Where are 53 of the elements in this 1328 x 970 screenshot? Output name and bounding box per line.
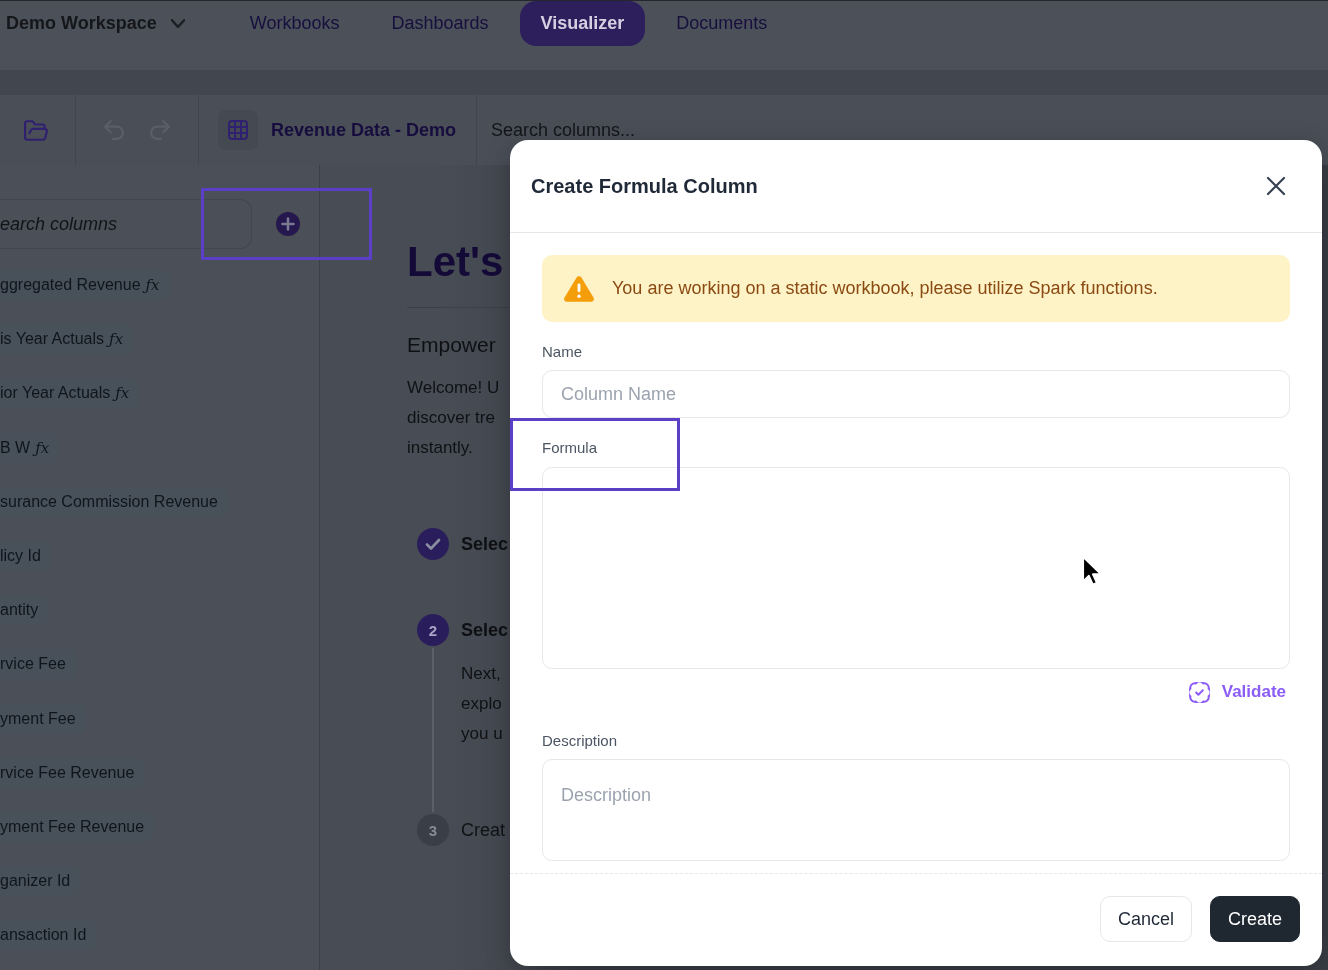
nav-tab[interactable]: Workbooks (228, 1, 361, 46)
column-name: antity (0, 601, 39, 620)
column-name: rvice Fee (0, 655, 66, 674)
column-name: B W (0, 438, 31, 457)
step-title: Creat (461, 819, 505, 842)
plus-circle-icon (276, 212, 300, 236)
step-number: 2 (417, 614, 449, 646)
step-number: 3 (417, 814, 449, 846)
field-label: Formula (542, 438, 597, 458)
grid-icon (218, 110, 258, 150)
column-name: licy Id (0, 546, 41, 565)
workspace-switcher[interactable]: Demo Workspace (6, 1, 185, 45)
close-icon (1266, 176, 1286, 196)
warning-icon (564, 275, 594, 302)
column-name: ior Year Actuals (0, 384, 111, 403)
formula-editor[interactable] (542, 467, 1290, 669)
step-text: Next, explo you u (461, 663, 503, 745)
mouse-pointer-icon (1082, 556, 1102, 586)
nav-tab[interactable]: Documents (655, 1, 789, 46)
badge-check-icon (1188, 681, 1210, 703)
step-title: Selec (461, 533, 509, 556)
step-title: Selec (461, 619, 509, 642)
column-name: is Year Actuals (0, 330, 105, 349)
column-name: surance Commission Revenue (0, 492, 218, 511)
validate-button[interactable]: Validate (1188, 681, 1286, 703)
text-input[interactable]: Column Name (542, 370, 1290, 418)
column-name: yment Fee Revenue (0, 817, 145, 836)
welcome-text: Welcome! U discover tre instantly. (407, 377, 500, 459)
column-chip[interactable]: rvice Fee Revenue (0, 757, 145, 788)
column-name: ansaction Id (0, 926, 87, 945)
column-name: rvice Fee Revenue (0, 763, 135, 782)
column-name: ganizer Id (0, 872, 71, 891)
close-button[interactable] (1264, 174, 1288, 198)
welcome-title: Let's (407, 237, 504, 287)
add-column-button[interactable] (276, 212, 300, 236)
nav-tab[interactable]: Dashboards (370, 1, 510, 46)
create-button[interactable]: Create (1209, 896, 1300, 942)
field-label: Description (542, 731, 618, 751)
search-field[interactable]: earch columns (0, 199, 252, 249)
dataset-name: Revenue Data - Demo (271, 119, 457, 141)
nav-tab[interactable]: Visualizer (519, 1, 646, 46)
cancel-button[interactable]: Cancel (1099, 896, 1192, 942)
column-name: yment Fee (0, 709, 76, 728)
column-name: ggregated Revenue (0, 276, 141, 294)
dialog-title: Create Formula Column (531, 174, 758, 198)
search-field[interactable]: Search columns... (491, 113, 791, 147)
warning-text: You are working on a static workbook, please utilize Spark functions. (612, 278, 1158, 299)
field-label: Name (542, 342, 582, 362)
chevron-down-icon (170, 18, 185, 28)
formula-icon: ƒx (145, 276, 160, 294)
text-area[interactable]: Description (542, 759, 1290, 861)
welcome-subtitle: Empower (407, 332, 496, 358)
folder-icon[interactable] (23, 119, 48, 141)
